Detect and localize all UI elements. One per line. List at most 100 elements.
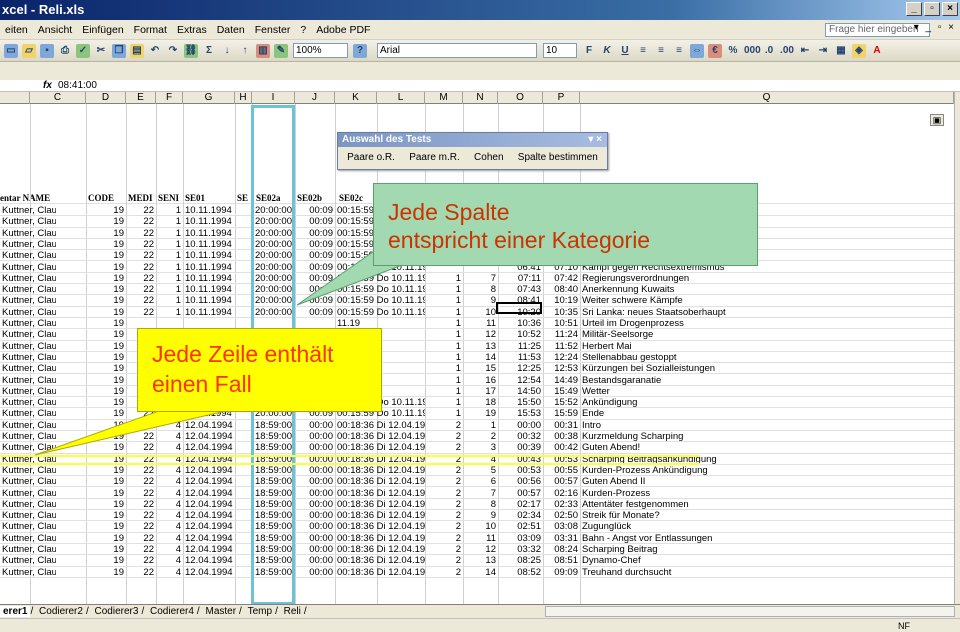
send-cell[interactable]: 1 <box>158 205 181 216</box>
name-cell[interactable]: Kuttner, Clau <box>2 329 56 340</box>
send-cell[interactable]: 4 <box>158 567 181 578</box>
name-cell[interactable]: Kuttner, Clau <box>2 363 56 374</box>
code-cell[interactable]: 19 <box>88 397 124 408</box>
k-cell[interactable]: 00:18:36 Di 12.04.19 <box>337 420 425 431</box>
start-cell[interactable]: 00:56 <box>500 476 541 487</box>
j-cell[interactable]: 00:00 <box>297 488 333 499</box>
m-cell[interactable]: 2 <box>427 476 461 487</box>
time-cell[interactable]: 18:59:00 <box>255 510 293 521</box>
column-header-l[interactable]: L <box>377 92 425 104</box>
code-cell[interactable]: 19 <box>88 555 124 566</box>
name-cell[interactable]: Kuttner, Clau <box>2 250 56 261</box>
time-cell[interactable]: 18:59:00 <box>255 476 293 487</box>
send-cell[interactable]: 1 <box>158 262 181 273</box>
m-cell[interactable]: 1 <box>427 318 461 329</box>
k-cell[interactable]: 00:15:59 Do 10.11.19 <box>337 284 425 295</box>
send-cell[interactable]: 1 <box>158 250 181 261</box>
end-cell[interactable]: 03:08 <box>545 521 578 532</box>
n-cell[interactable]: 9 <box>465 510 496 521</box>
clipboard-icon[interactable]: ▣ <box>930 114 944 126</box>
j-cell[interactable]: 00:00 <box>297 499 333 510</box>
code-cell[interactable]: 19 <box>88 307 124 318</box>
minimize-button[interactable]: _ <box>906 2 922 16</box>
n-cell[interactable]: 11 <box>465 533 496 544</box>
underline-icon[interactable]: U <box>618 44 632 58</box>
code-cell[interactable]: 19 <box>88 341 124 352</box>
topic-cell[interactable]: Wetter <box>582 386 882 397</box>
close-button[interactable]: × <box>942 2 958 16</box>
send-cell[interactable]: 4 <box>158 499 181 510</box>
name-cell[interactable]: Kuttner, Clau <box>2 442 56 453</box>
topic-cell[interactable]: Attentäter festgenommen <box>582 499 882 510</box>
k-cell[interactable]: 00:18:36 Di 12.04.19 <box>337 431 425 442</box>
m-cell[interactable]: 1 <box>427 284 461 295</box>
n-cell[interactable]: 8 <box>465 499 496 510</box>
k-cell[interactable]: 00:18:36 Di 12.04.19 <box>337 442 425 453</box>
column-header-m[interactable]: M <box>425 92 463 104</box>
spellcheck-icon[interactable]: ✓ <box>76 43 90 58</box>
help-icon[interactable]: ? <box>353 43 367 58</box>
medi-cell[interactable]: 22 <box>128 250 154 261</box>
m-cell[interactable]: 1 <box>427 375 461 386</box>
m-cell[interactable]: 1 <box>427 295 461 306</box>
j-cell[interactable]: 00:00 <box>297 465 333 476</box>
horizontal-scrollbar[interactable] <box>545 606 955 617</box>
j-cell[interactable]: 00:09 <box>297 228 333 239</box>
column-header-k[interactable]: K <box>335 92 377 104</box>
medi-cell[interactable]: 22 <box>128 465 154 476</box>
start-cell[interactable]: 11:25 <box>500 341 541 352</box>
sort-desc-icon[interactable]: ↑ <box>238 44 252 58</box>
date-cell[interactable]: 12.04.1994 <box>185 567 233 578</box>
euro-icon[interactable]: € <box>708 43 722 58</box>
time-cell[interactable]: 18:59:00 <box>255 431 293 442</box>
date-cell[interactable]: 12.04.1994 <box>185 454 233 465</box>
code-cell[interactable]: 19 <box>88 295 124 306</box>
column-header-j[interactable]: J <box>295 92 335 104</box>
m-cell[interactable]: 2 <box>427 510 461 521</box>
code-cell[interactable]: 19 <box>88 375 124 386</box>
j-cell[interactable]: 00:00 <box>297 567 333 578</box>
n-cell[interactable]: 9 <box>465 295 496 306</box>
n-cell[interactable]: 12 <box>465 329 496 340</box>
date-cell[interactable]: 12.04.1994 <box>185 555 233 566</box>
topic-cell[interactable]: Herbert Mai <box>582 341 882 352</box>
time-cell[interactable]: 20:00:00 <box>255 295 293 306</box>
end-cell[interactable]: 07:42 <box>545 273 578 284</box>
start-cell[interactable]: 00:00 <box>500 420 541 431</box>
m-cell[interactable]: 1 <box>427 329 461 340</box>
date-cell[interactable]: 10.11.1994 <box>185 307 233 318</box>
m-cell[interactable]: 1 <box>427 408 461 419</box>
time-cell[interactable]: 20:00:00 <box>255 262 293 273</box>
end-cell[interactable]: 09:09 <box>545 567 578 578</box>
topic-cell[interactable]: Intro <box>582 420 882 431</box>
name-cell[interactable]: Kuttner, Clau <box>2 262 56 273</box>
name-cell[interactable]: Kuttner, Clau <box>2 295 56 306</box>
code-cell[interactable]: 19 <box>88 544 124 555</box>
name-cell[interactable]: Kuttner, Clau <box>2 216 56 227</box>
code-cell[interactable]: 19 <box>88 521 124 532</box>
send-cell[interactable]: 4 <box>158 476 181 487</box>
redo-icon[interactable]: ↷ <box>166 44 180 58</box>
autosum-icon[interactable]: Σ <box>202 44 216 58</box>
date-cell[interactable]: 10.11.1994 <box>185 239 233 250</box>
header-cell[interactable]: SE02b <box>297 193 335 204</box>
n-cell[interactable]: 17 <box>465 386 496 397</box>
name-cell[interactable]: Kuttner, Clau <box>2 341 56 352</box>
code-cell[interactable]: 19 <box>88 431 124 442</box>
n-cell[interactable]: 3 <box>465 442 496 453</box>
medi-cell[interactable]: 22 <box>128 216 154 227</box>
k-cell[interactable]: 00:18:36 Di 12.04.19 <box>337 533 425 544</box>
start-cell[interactable]: 00:57 <box>500 488 541 499</box>
j-cell[interactable]: 00:00 <box>297 476 333 487</box>
menu-item-fenster[interactable]: Fenster <box>250 24 296 36</box>
start-cell[interactable]: 07:43 <box>500 284 541 295</box>
name-cell[interactable]: Kuttner, Clau <box>2 397 56 408</box>
medi-cell[interactable]: 22 <box>128 442 154 453</box>
j-cell[interactable]: 00:00 <box>297 521 333 532</box>
name-cell[interactable]: Kuttner, Clau <box>2 476 56 487</box>
time-cell[interactable]: 20:00:00 <box>255 284 293 295</box>
n-cell[interactable]: 12 <box>465 544 496 555</box>
code-cell[interactable]: 19 <box>88 465 124 476</box>
j-cell[interactable]: 00:00 <box>297 454 333 465</box>
medi-cell[interactable]: 22 <box>128 273 154 284</box>
